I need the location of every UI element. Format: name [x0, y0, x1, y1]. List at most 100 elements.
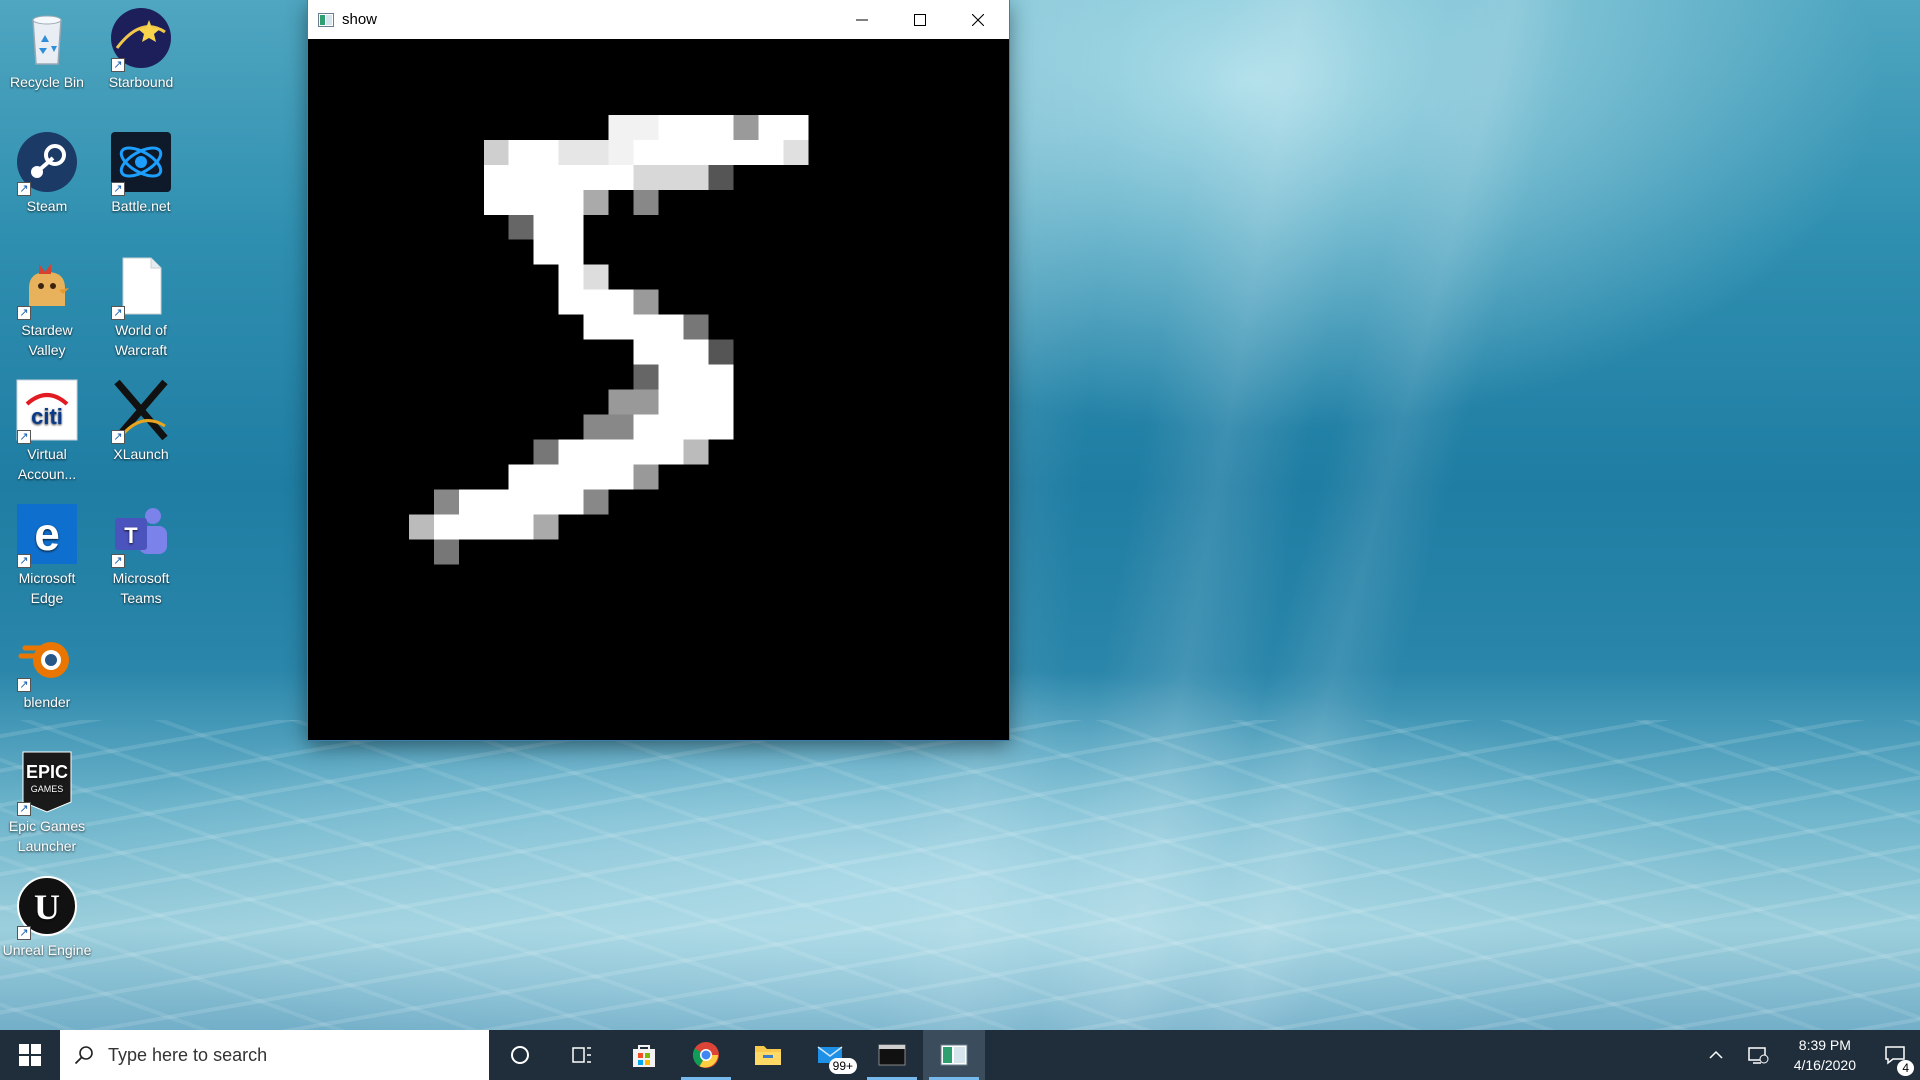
- shortcut-arrow-icon: ↗: [17, 678, 31, 692]
- desktop-icon-recycle-bin[interactable]: Recycle Bin: [2, 0, 92, 92]
- svg-text:U: U: [34, 887, 60, 927]
- taskbar: Type here to search 99+ 8:39 PM 4/16/202…: [0, 1030, 1920, 1080]
- battlenet-icon: ↗: [109, 130, 173, 196]
- recycle-bin-icon: [15, 6, 79, 70]
- shortcut-arrow-icon: ↗: [17, 554, 31, 568]
- steam-icon: ↗: [15, 130, 79, 196]
- desktop-icon-microsoft-edge[interactable]: e ↗ Microsoft Edge: [2, 496, 92, 608]
- desktop-icon-label: Stardew Valley: [21, 322, 73, 358]
- mail-button[interactable]: 99+: [799, 1030, 861, 1080]
- desktop-icon-label: XLaunch: [113, 446, 169, 462]
- task-view-icon: [572, 1047, 591, 1063]
- desktop-icon-epic-games-launcher[interactable]: EPIC GAMES ↗ Epic Games Launcher: [2, 744, 92, 856]
- show-hidden-icons-button[interactable]: [1696, 1030, 1736, 1080]
- shortcut-arrow-icon: ↗: [111, 58, 125, 72]
- digit-5-image: [408, 114, 809, 565]
- maximize-icon: [914, 13, 926, 26]
- chrome-icon: [692, 1042, 719, 1068]
- system-tray: 8:39 PM 4/16/2020 4: [1696, 1030, 1920, 1080]
- desktop-icon-steam[interactable]: ↗ Steam: [2, 124, 92, 216]
- mail-badge: 99+: [828, 1058, 857, 1074]
- desktop-icon-label: Recycle Bin: [10, 74, 84, 90]
- task-view-button[interactable]: [551, 1030, 613, 1080]
- system-clock[interactable]: 8:39 PM 4/16/2020: [1780, 1035, 1870, 1075]
- show-window[interactable]: show: [308, 0, 1009, 740]
- image-viewer-icon: [940, 1044, 968, 1066]
- shortcut-arrow-icon: ↗: [17, 926, 31, 940]
- citi-icon: citi ↗: [15, 378, 79, 444]
- desktop-icon-label: World of Warcraft: [114, 322, 168, 358]
- edge-icon: e ↗: [15, 502, 79, 568]
- action-center-button[interactable]: 4: [1870, 1030, 1920, 1080]
- desktop-icon-label: Starbound: [108, 74, 174, 90]
- desktop-icon-starbound[interactable]: ↗ Starbound: [96, 0, 186, 92]
- desktop-icon-label: Epic Games Launcher: [8, 818, 86, 854]
- desktop-icon-label: Unreal Engine: [2, 942, 92, 958]
- desktop-icon-virtual-account[interactable]: citi ↗ Virtual Accoun...: [2, 372, 92, 484]
- svg-text:T: T: [124, 523, 138, 548]
- desktop-icon-label: Virtual Accoun...: [17, 446, 77, 482]
- desktop-icon-microsoft-teams[interactable]: T ↗ Microsoft Teams: [96, 496, 186, 608]
- close-icon: [972, 13, 984, 26]
- shortcut-arrow-icon: ↗: [17, 306, 31, 320]
- wallpaper-caustics: [0, 720, 1920, 1030]
- document-icon: ↗: [109, 254, 173, 320]
- window-title: show: [342, 11, 378, 28]
- maximize-button[interactable]: [891, 0, 949, 39]
- desktop-icon-label: Microsoft Teams: [112, 570, 170, 606]
- minimize-button[interactable]: [833, 0, 891, 39]
- xlaunch-icon: ↗: [109, 378, 173, 444]
- desktop-icon-xlaunch[interactable]: ↗ XLaunch: [96, 372, 186, 464]
- notification-count-badge: 4: [1897, 1060, 1914, 1076]
- svg-text:citi: citi: [31, 404, 63, 429]
- cortana-icon: [511, 1046, 529, 1064]
- chrome-button[interactable]: [675, 1030, 737, 1080]
- blender-icon: ↗: [15, 626, 79, 692]
- desktop-icon-label: Steam: [26, 198, 68, 214]
- minimize-icon: [856, 19, 868, 20]
- svg-text:EPIC: EPIC: [26, 762, 68, 782]
- desktop-icon-label: Microsoft Edge: [18, 570, 76, 606]
- windows-logo-icon: [19, 1044, 41, 1066]
- file-explorer-button[interactable]: [737, 1030, 799, 1080]
- shortcut-arrow-icon: ↗: [111, 306, 125, 320]
- network-button[interactable]: [1736, 1030, 1780, 1080]
- clock-time: 8:39 PM: [1798, 1037, 1851, 1053]
- svg-text:e: e: [34, 508, 60, 560]
- close-button[interactable]: [949, 0, 1007, 39]
- teams-icon: T ↗: [109, 502, 173, 568]
- terminal-button[interactable]: [861, 1030, 923, 1080]
- epic-games-icon: EPIC GAMES ↗: [15, 750, 79, 816]
- shortcut-arrow-icon: ↗: [111, 182, 125, 196]
- shortcut-arrow-icon: ↗: [17, 802, 31, 816]
- search-icon: [74, 1046, 93, 1065]
- microsoft-store-button[interactable]: [613, 1030, 675, 1080]
- network-icon: [1747, 1047, 1769, 1064]
- clock-date: 4/16/2020: [1793, 1057, 1856, 1073]
- digit-image-canvas: [309, 40, 1008, 739]
- stardew-valley-icon: ↗: [15, 254, 79, 320]
- chevron-up-icon: [1709, 1050, 1723, 1059]
- desktop-icon-world-of-warcraft[interactable]: ↗ World of Warcraft: [96, 248, 186, 360]
- unreal-engine-icon: U ↗: [15, 874, 79, 940]
- desktop-icon-stardew-valley[interactable]: ↗ Stardew Valley: [2, 248, 92, 360]
- folder-icon: [755, 1046, 781, 1065]
- search-placeholder: Type here to search: [108, 1044, 268, 1065]
- cortana-button[interactable]: [489, 1030, 551, 1080]
- window-titlebar[interactable]: show: [308, 0, 1009, 39]
- start-button[interactable]: [0, 1030, 60, 1080]
- svg-text:GAMES: GAMES: [31, 784, 64, 794]
- store-bag-icon: [633, 1045, 655, 1067]
- shortcut-arrow-icon: ↗: [111, 430, 125, 444]
- desktop-icon-label: Battle.net: [111, 198, 171, 214]
- desktop-icon-battlenet[interactable]: ↗ Battle.net: [96, 124, 186, 216]
- window-app-icon: [318, 12, 334, 28]
- shortcut-arrow-icon: ↗: [17, 430, 31, 444]
- desktop-icon-blender[interactable]: ↗ blender: [2, 620, 92, 712]
- taskbar-search-box[interactable]: Type here to search: [60, 1030, 489, 1080]
- terminal-icon: [878, 1044, 906, 1066]
- desktop-icon-label: blender: [23, 694, 71, 710]
- show-window-button[interactable]: [923, 1030, 985, 1080]
- shortcut-arrow-icon: ↗: [111, 554, 125, 568]
- desktop-icon-unreal-engine[interactable]: U ↗ Unreal Engine: [2, 868, 92, 960]
